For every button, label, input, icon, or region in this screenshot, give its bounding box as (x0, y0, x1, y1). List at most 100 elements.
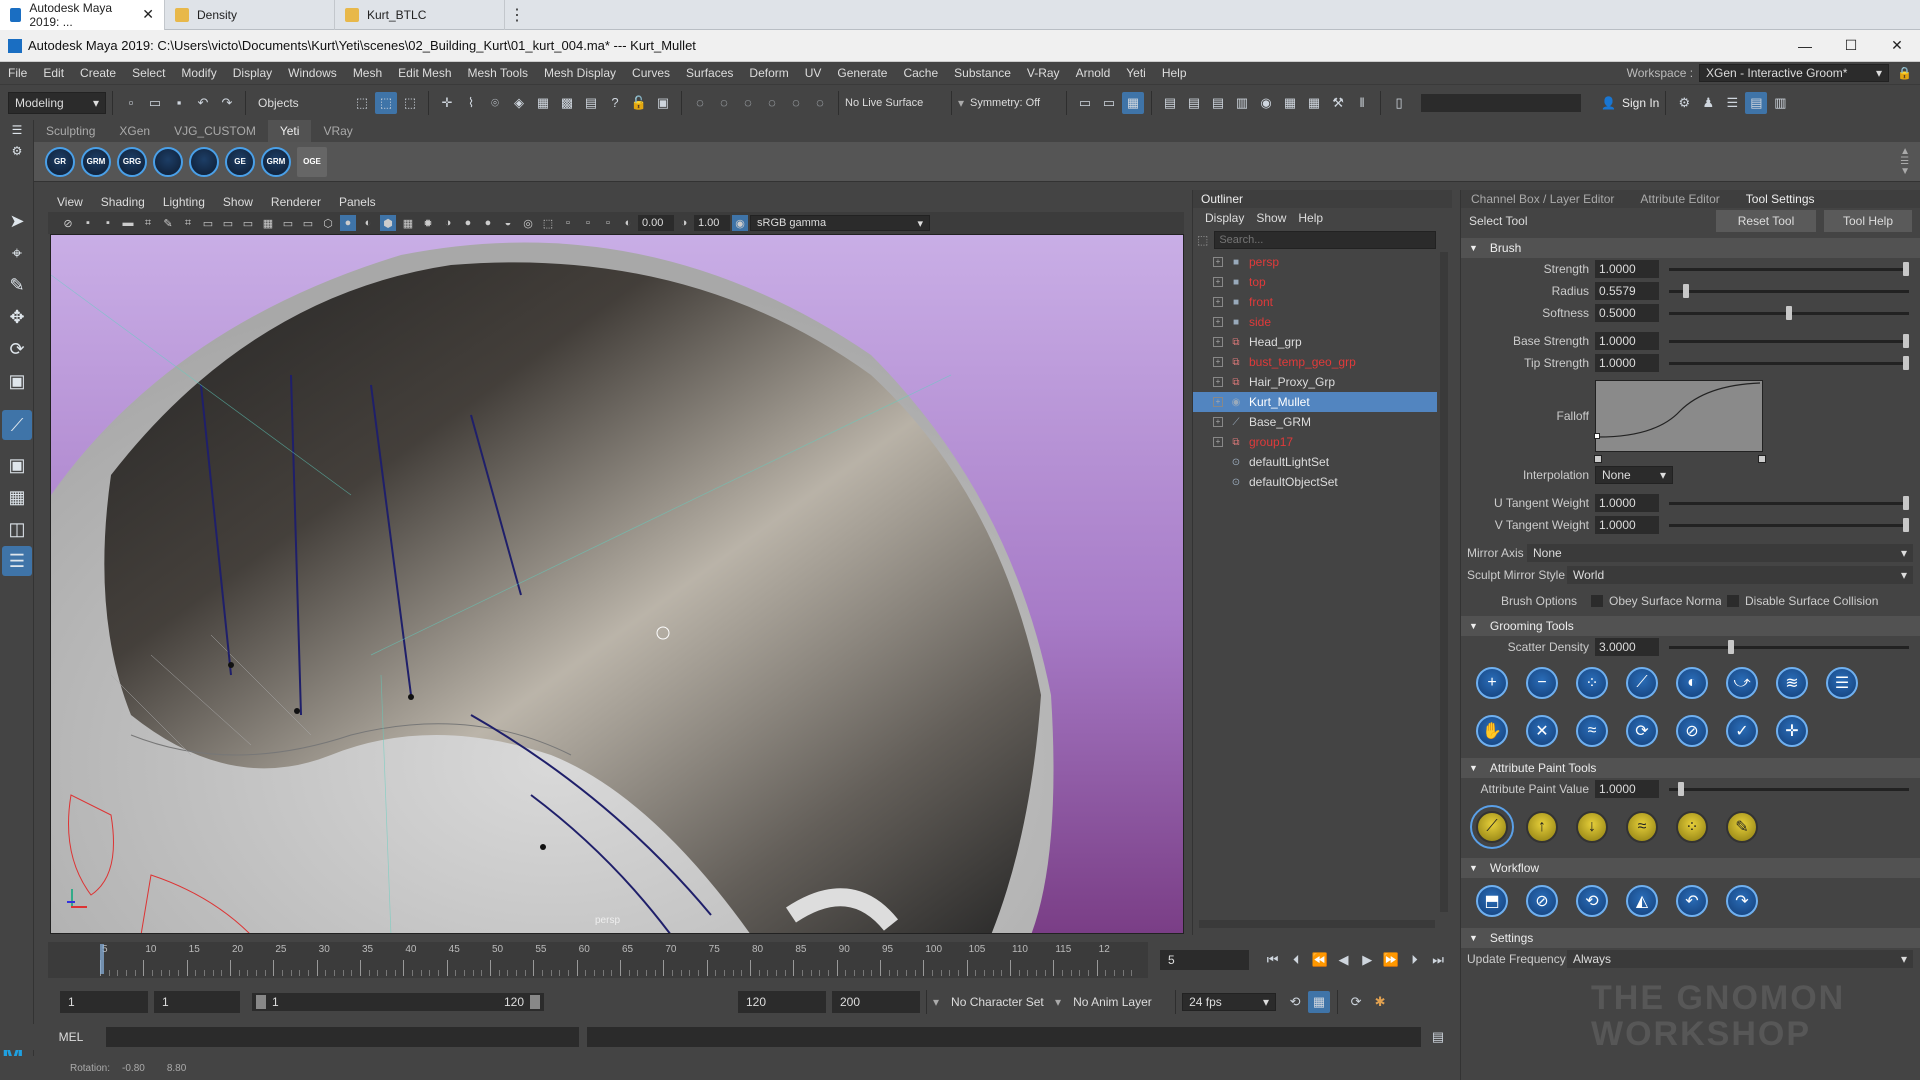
expand-icon[interactable]: + (1213, 437, 1223, 447)
viewport-menu-shading[interactable]: Shading (92, 192, 154, 212)
workflow-tool-icon[interactable]: ◭ (1626, 885, 1658, 917)
yeti-shelf-icon[interactable]: GRM (81, 146, 111, 177)
two-view-icon[interactable]: ◫ (2, 514, 32, 544)
viewport-menu-renderer[interactable]: Renderer (262, 192, 330, 212)
expand-icon[interactable]: + (1213, 337, 1223, 347)
camera-attributes-icon[interactable]: ⊘ (60, 215, 76, 231)
gamma-icon[interactable]: ◑ (676, 215, 692, 231)
interpolation-dropdown[interactable]: None ▾ (1595, 466, 1673, 484)
attribute-paint-value-slider[interactable] (1669, 781, 1909, 796)
outliner-item[interactable]: +⊙defaultObjectSet (1193, 472, 1437, 492)
play-back-icon[interactable]: ◀ (1333, 949, 1355, 971)
radius-field[interactable]: 0.5579 (1595, 282, 1659, 300)
mel-label[interactable]: MEL (36, 1030, 106, 1044)
outliner-item[interactable]: + ⧉ bust_temp_geo_grp (1193, 352, 1437, 372)
viewport-menu-show[interactable]: Show (214, 192, 262, 212)
close-window-button[interactable]: ✕ (1874, 30, 1920, 62)
attribute-paint-tool-icon[interactable]: ↑ (1526, 811, 1558, 843)
attribute-paint-tool-icon[interactable]: ✎ (1726, 811, 1758, 843)
bookmark-icon[interactable]: ▪ (100, 215, 116, 231)
vray-icon[interactable]: ⚒ (1327, 92, 1349, 114)
command-field[interactable] (1421, 93, 1582, 112)
isolate-select-icon[interactable]: ⬚ (540, 215, 556, 231)
lasso-sym-icon[interactable]: ◌ (809, 92, 831, 114)
lock-icon[interactable]: 🔒 (1897, 66, 1912, 80)
xray-icon[interactable]: ▫ (560, 215, 576, 231)
viewport-menu-lighting[interactable]: Lighting (154, 192, 214, 212)
browser-tab-density[interactable]: Density (165, 0, 335, 30)
current-time-marker[interactable] (100, 944, 104, 974)
save-scene-icon[interactable]: ▪ (168, 92, 190, 114)
anti-alias-icon[interactable]: ◒ (500, 215, 516, 231)
wireframe-icon[interactable]: ⬡ (320, 215, 336, 231)
grooming-tool-icon[interactable]: − (1526, 667, 1558, 699)
snap-live-icon[interactable]: ▩ (556, 92, 578, 114)
field-chart-icon[interactable]: ▦ (260, 215, 276, 231)
yeti-shelf-icon[interactable]: OGE (297, 146, 327, 177)
xray-joints-icon[interactable]: ▫ (580, 215, 596, 231)
shelf-tab-sculpting[interactable]: Sculpting (34, 120, 107, 142)
cache-playback-icon[interactable]: ▦ (1308, 991, 1331, 1013)
step-back-icon[interactable]: ⏴ (1285, 949, 1307, 971)
colorspace-dropdown[interactable]: sRGB gamma ▾ (750, 215, 930, 231)
render-current-icon[interactable]: ▤ (1183, 92, 1205, 114)
brush-section-header[interactable]: ▼ Brush (1461, 238, 1920, 258)
workflow-tool-icon[interactable]: ↷ (1726, 885, 1758, 917)
2d-pan-icon[interactable]: ⌗ (140, 215, 156, 231)
scatter-density-field[interactable]: 3.0000 (1595, 638, 1659, 656)
wireframe-on-shaded-icon[interactable]: ⬢ (380, 215, 396, 231)
range-slider[interactable]: 1 120 (252, 993, 544, 1011)
exposure-icon[interactable]: ◐ (620, 215, 636, 231)
outliner-menu-display[interactable]: Display (1199, 208, 1250, 228)
gate-mask-icon[interactable]: ▭ (240, 215, 256, 231)
u-tangent-slider[interactable] (1669, 495, 1909, 510)
grease-pencil-icon[interactable]: ✎ (160, 215, 176, 231)
menu-mesh-tools[interactable]: Mesh Tools (460, 62, 536, 84)
v-tangent-slider[interactable] (1669, 517, 1909, 532)
animation-start-field[interactable]: 1 (60, 991, 148, 1013)
shelf-tab-xgen[interactable]: XGen (107, 120, 162, 142)
tip-strength-field[interactable]: 1.0000 (1595, 354, 1659, 372)
menu-file[interactable]: File (0, 62, 35, 84)
base-strength-slider[interactable] (1669, 333, 1909, 348)
grooming-tool-icon[interactable]: ◐ (1676, 667, 1708, 699)
u-tangent-field[interactable]: 1.0000 (1595, 494, 1659, 512)
render-globals-icon[interactable]: ▥ (1231, 92, 1253, 114)
grooming-tool-icon[interactable]: ⟋ (1626, 667, 1658, 699)
single-perspective-icon[interactable]: ▣ (2, 450, 32, 480)
attribute-paint-tool-icon[interactable]: ⟋ (1470, 805, 1514, 849)
expand-icon[interactable]: + (1213, 257, 1223, 267)
grooming-tool-icon[interactable]: ✋ (1476, 715, 1508, 747)
softness-slider[interactable] (1669, 305, 1909, 320)
auto-key-icon[interactable]: ⟳ (1345, 991, 1367, 1013)
fps-dropdown[interactable]: 24 fps ▾ (1182, 993, 1277, 1011)
select-object-icon[interactable]: ⬚ (375, 91, 397, 114)
more-icon[interactable]: ⋮ (505, 5, 529, 25)
yeti-shelf-icon[interactable]: GRG (117, 146, 147, 177)
menu-uv[interactable]: UV (797, 62, 830, 84)
radius-slider[interactable] (1669, 283, 1909, 298)
outliner-scrollbar[interactable] (1440, 252, 1448, 912)
outliner-layout-icon[interactable]: ☰ (2, 546, 32, 576)
snap-point-icon[interactable]: ⌾ (484, 92, 506, 114)
live-surface-label[interactable]: No Live Surface (845, 97, 945, 109)
outliner-hscrollbar[interactable] (1199, 920, 1435, 928)
viewport-menu-view[interactable]: View (48, 192, 92, 212)
animation-prefs-icon[interactable]: ✱ (1369, 991, 1391, 1013)
lasso-tool-icon[interactable]: ⌖ (2, 238, 32, 268)
outliner-item[interactable]: + ■ top (1193, 272, 1437, 292)
chevron-down-icon[interactable]: ▾ (933, 995, 939, 1009)
xray-components-icon[interactable]: ▫ (600, 215, 616, 231)
smooth-shade-icon[interactable]: ● (340, 215, 356, 231)
expand-icon[interactable]: + (1213, 357, 1223, 367)
workflow-tool-icon[interactable]: ↶ (1676, 885, 1708, 917)
mel-input[interactable] (105, 1027, 579, 1047)
render-setup-icon[interactable]: ▦ (1279, 92, 1301, 114)
loop-icon[interactable]: ⟲ (1284, 991, 1306, 1013)
softness-field[interactable]: 0.5000 (1595, 304, 1659, 322)
animation-end-field[interactable]: 200 (832, 991, 920, 1013)
outliner-item[interactable]: + ⧉ Hair_Proxy_Grp (1193, 372, 1437, 392)
new-scene-icon[interactable]: ▫ (120, 92, 142, 114)
attribute-paint-tool-icon[interactable]: ↓ (1576, 811, 1608, 843)
menu-modify[interactable]: Modify (173, 62, 224, 84)
